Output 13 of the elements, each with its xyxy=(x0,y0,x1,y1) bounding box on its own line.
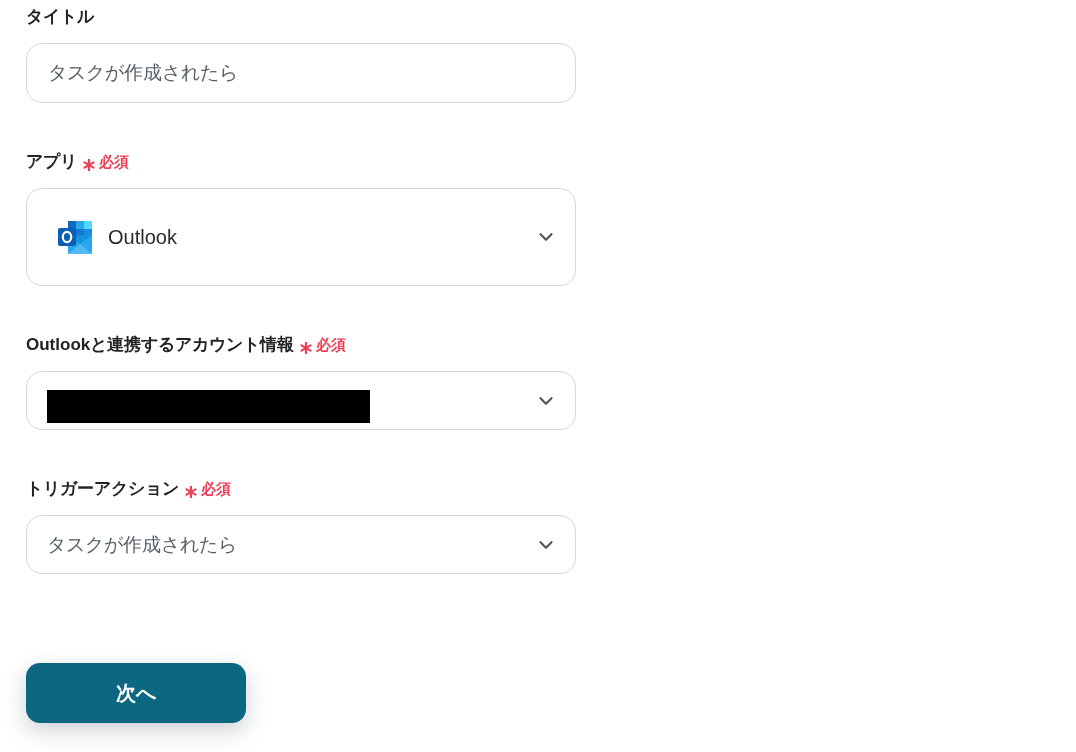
required-label: 必須 xyxy=(201,479,231,499)
action-select[interactable]: タスクが作成されたら xyxy=(26,515,576,574)
field-label: トリガーアクション xyxy=(26,478,179,500)
title-input[interactable]: タスクが作成されたら xyxy=(26,43,576,103)
required-label: 必須 xyxy=(316,335,347,355)
field-label: Outlookと連携するアカウント情報 xyxy=(26,334,295,356)
outlook-logo-icon xyxy=(58,220,93,254)
field-label: アプリ xyxy=(26,151,77,173)
required-label: 必須 xyxy=(99,152,129,172)
field-label: タイトル xyxy=(26,6,94,28)
account-select[interactable] xyxy=(26,371,576,430)
next-button[interactable]: 次へ xyxy=(26,663,246,723)
app-select[interactable]: Outlook xyxy=(26,188,576,286)
